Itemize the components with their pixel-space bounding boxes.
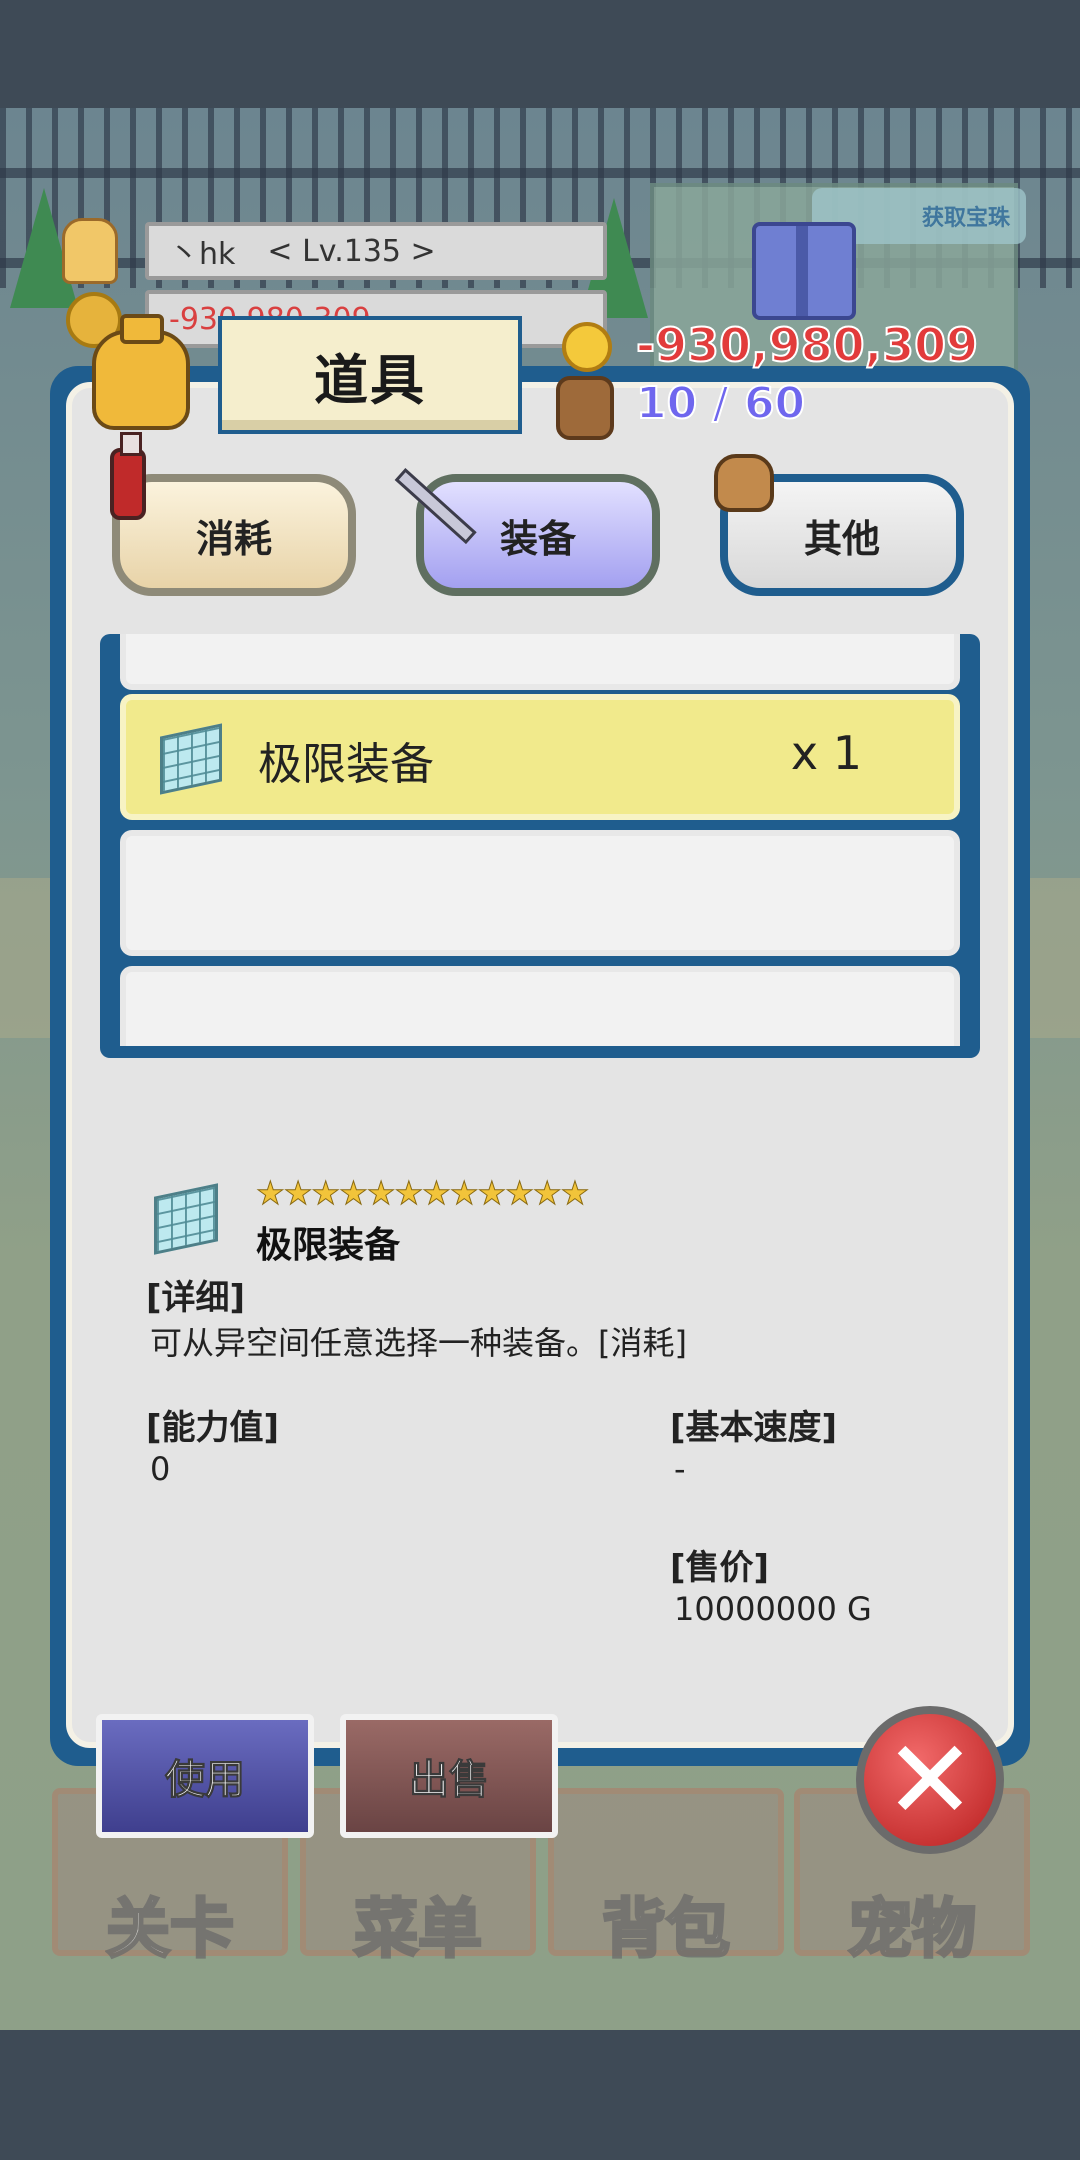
item-bag-icon xyxy=(92,314,190,430)
tab-equipment-label: 装备 xyxy=(499,516,576,561)
detail-desc: 可从异空间任意选择一种装备。[消耗] xyxy=(150,1324,687,1362)
use-button[interactable]: 使用 xyxy=(96,1714,314,1838)
price-label: [售价] xyxy=(670,1548,770,1588)
tab-equipment[interactable]: 装备 xyxy=(416,474,660,596)
nav-bag-label: 背包 xyxy=(601,1892,732,1969)
tab-consumable[interactable]: 消耗 xyxy=(112,474,356,596)
nav-stage-label: 关卡 xyxy=(105,1892,236,1969)
tab-consumable-label: 消耗 xyxy=(195,516,272,561)
tab-other-label: 其他 xyxy=(803,516,880,561)
player-info-bar: 丶hk < Lv.135 > xyxy=(145,222,607,280)
nav-pet-label: 宠物 xyxy=(847,1892,978,1969)
fence-rail xyxy=(0,168,1080,178)
bag-capacity: 10 / 60 xyxy=(635,377,806,430)
list-item-name: 极限装备 xyxy=(258,739,434,790)
cube-icon xyxy=(160,723,222,795)
detail-item-name: 极限装备 xyxy=(256,1225,401,1266)
list-item-quantity: x 1 xyxy=(790,726,862,780)
gift-box-icon[interactable] xyxy=(752,222,856,320)
list-item[interactable] xyxy=(120,966,960,1046)
potion-icon xyxy=(110,432,146,520)
get-gems-label: 获取宝珠 xyxy=(921,206,1010,231)
price-value: 10000000 G xyxy=(674,1590,872,1628)
nav-menu-label: 菜单 xyxy=(353,1892,484,1969)
player-avatar[interactable] xyxy=(62,218,118,284)
speed-label: [基本速度] xyxy=(670,1408,838,1448)
use-button-label: 使用 xyxy=(165,1757,246,1804)
list-item[interactable] xyxy=(120,634,960,690)
rarity-stars: ★★★★★★★★★★★★ xyxy=(255,1174,589,1213)
close-icon: ✕ xyxy=(883,1716,977,1844)
ability-value: 0 xyxy=(150,1450,171,1488)
list-item-selected[interactable]: 极限装备 x 1 xyxy=(120,694,960,820)
player-level: < Lv.135 > xyxy=(267,233,436,269)
gold-coin-icon xyxy=(562,322,612,372)
close-button[interactable]: ✕ xyxy=(856,1706,1004,1854)
speed-value: - xyxy=(674,1450,686,1488)
player-name: 丶hk xyxy=(169,237,236,272)
gold-amount: -930,980,309 xyxy=(635,317,979,373)
backpack-icon xyxy=(556,376,614,440)
list-item[interactable] xyxy=(120,830,960,956)
sell-button[interactable]: 出售 xyxy=(340,1714,558,1838)
dialog-title: 道具 xyxy=(218,316,522,434)
item-list[interactable]: 极限装备 x 1 xyxy=(100,634,980,1058)
sell-button-label: 出售 xyxy=(409,1757,490,1804)
item-list-viewport[interactable]: 极限装备 x 1 xyxy=(114,634,966,1046)
money-bag-icon xyxy=(714,454,774,512)
detail-desc-label: [详细] xyxy=(146,1278,246,1318)
ability-label: [能力值] xyxy=(146,1408,280,1448)
